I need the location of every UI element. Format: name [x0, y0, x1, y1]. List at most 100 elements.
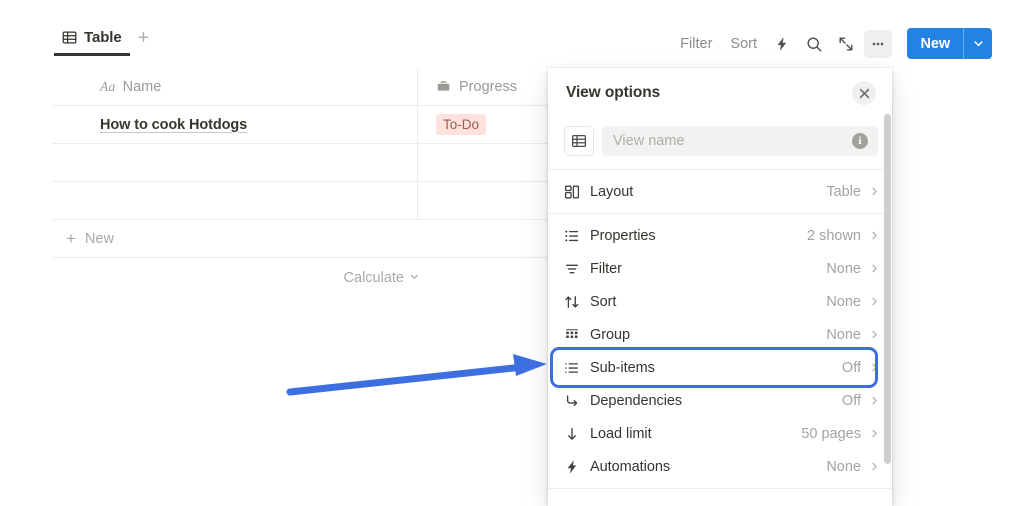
- tab-label: Table: [84, 28, 122, 46]
- app-screen: Table + Filter Sort New Aa Name Progress…: [0, 0, 1024, 506]
- chevron-right-icon: [869, 296, 880, 307]
- lightning-icon[interactable]: [768, 30, 796, 58]
- menu-item-group[interactable]: Group None: [548, 318, 892, 351]
- menu-item-automations[interactable]: Automations None: [548, 450, 892, 483]
- menu-item-value: None: [826, 260, 861, 277]
- briefcase-icon: [436, 79, 451, 94]
- menu-item-label: Sub-items: [590, 359, 655, 376]
- subitems-icon: [564, 360, 590, 376]
- sort-icon: [564, 294, 590, 310]
- new-button-label: New: [920, 35, 950, 52]
- view-name-input-wrapper: i: [602, 126, 878, 156]
- view-options-panel: View options i: [548, 68, 892, 506]
- chevron-right-icon: [869, 428, 880, 439]
- arrow-down-icon: [564, 426, 590, 442]
- text-type-icon: Aa: [100, 78, 116, 94]
- calculate-label: Calculate: [343, 270, 404, 286]
- cell-progress[interactable]: [418, 182, 552, 219]
- menu-item-sort[interactable]: Sort None: [548, 285, 892, 318]
- panel-title: View options: [566, 84, 661, 101]
- table-header-row: Aa Name Progress: [52, 68, 552, 106]
- sort-button[interactable]: Sort: [723, 32, 764, 56]
- view-tab-strip: Table +: [54, 28, 154, 56]
- panel-scrollbar[interactable]: [884, 114, 891, 464]
- divider: [548, 169, 892, 170]
- status-badge: To-Do: [436, 114, 487, 135]
- menu-item-label: Properties: [590, 227, 656, 244]
- add-row-label: New: [84, 230, 114, 247]
- table-row[interactable]: [52, 182, 552, 220]
- chevron-right-icon: [869, 263, 880, 274]
- menu-item-label: Group: [590, 326, 631, 343]
- database-table: Aa Name Progress How to cook Hotdogs To-…: [52, 68, 552, 286]
- ellipsis-icon[interactable]: [864, 30, 892, 58]
- menu-item-sub-items[interactable]: Sub-items Off: [548, 347, 892, 388]
- annotation-arrow: [286, 354, 547, 396]
- group-icon: [564, 327, 590, 343]
- add-view-button[interactable]: +: [134, 28, 154, 56]
- calculate-button[interactable]: Calculate: [344, 270, 420, 286]
- filter-icon: [564, 261, 590, 277]
- lightning-icon: [564, 459, 590, 475]
- menu-item-value: None: [826, 458, 861, 475]
- chevron-right-icon: [869, 461, 880, 472]
- column-header-label: Name: [122, 78, 162, 95]
- table-row[interactable]: [52, 144, 552, 182]
- properties-icon: [564, 228, 590, 244]
- filter-button[interactable]: Filter: [673, 32, 719, 56]
- view-name-row: i: [548, 118, 892, 164]
- cell-progress[interactable]: To-Do: [418, 106, 552, 143]
- cell-name[interactable]: [52, 182, 418, 219]
- dependencies-icon: [564, 393, 590, 409]
- menu-item-label: Filter: [590, 260, 622, 277]
- divider: [548, 213, 892, 214]
- tab-table[interactable]: Table: [54, 28, 130, 56]
- column-header-name[interactable]: Aa Name: [52, 68, 418, 105]
- search-icon[interactable]: [800, 30, 828, 58]
- menu-item-properties[interactable]: Properties 2 shown: [548, 219, 892, 252]
- menu-item-label: Automations: [590, 458, 671, 475]
- menu-item-label: Load limit: [590, 425, 652, 442]
- chevron-right-icon: [869, 362, 880, 373]
- chevron-right-icon: [869, 395, 880, 406]
- table-icon[interactable]: [564, 126, 594, 156]
- table-row[interactable]: How to cook Hotdogs To-Do: [52, 106, 552, 144]
- menu-item-label: Sort: [590, 293, 617, 310]
- plus-icon: +: [66, 229, 76, 248]
- menu-item-load-limit[interactable]: Load limit 50 pages: [548, 417, 892, 450]
- expand-icon[interactable]: [832, 30, 860, 58]
- menu-item-value: None: [826, 293, 861, 310]
- menu-item-label: Layout: [590, 183, 634, 200]
- close-icon[interactable]: [852, 81, 876, 105]
- chevron-right-icon: [869, 230, 880, 241]
- menu-item-filter[interactable]: Filter None: [548, 252, 892, 285]
- table-icon: [62, 30, 77, 45]
- menu-item-value: Table: [826, 183, 861, 200]
- divider: [548, 488, 892, 489]
- menu-item-value: 50 pages: [801, 425, 861, 442]
- view-toolbar: Filter Sort: [673, 30, 892, 58]
- layout-icon: [564, 184, 590, 200]
- menu-item-value: Off: [841, 359, 861, 376]
- row-title[interactable]: How to cook Hotdogs: [100, 117, 247, 133]
- menu-item-layout[interactable]: Layout Table: [548, 175, 892, 208]
- chevron-down-icon[interactable]: [964, 28, 992, 59]
- menu-item-value: None: [826, 326, 861, 343]
- chevron-down-icon: [409, 270, 420, 286]
- chevron-right-icon: [869, 186, 880, 197]
- column-header-label: Progress: [459, 78, 518, 95]
- chevron-right-icon: [869, 329, 880, 340]
- cell-name[interactable]: [52, 144, 418, 181]
- cell-progress[interactable]: [418, 144, 552, 181]
- calculate-row: Calculate: [52, 258, 552, 286]
- view-name-input[interactable]: [602, 126, 878, 156]
- new-button[interactable]: New: [907, 28, 992, 59]
- top-bar: Table + Filter Sort New: [0, 0, 1024, 68]
- menu-item-value: Off: [841, 392, 861, 409]
- cell-name[interactable]: How to cook Hotdogs: [52, 106, 418, 143]
- info-icon[interactable]: i: [852, 133, 868, 149]
- menu-item-dependencies[interactable]: Dependencies Off: [548, 384, 892, 417]
- add-row-button[interactable]: + New: [52, 220, 552, 258]
- column-header-progress[interactable]: Progress: [418, 68, 552, 105]
- menu-item-label: Dependencies: [590, 392, 683, 409]
